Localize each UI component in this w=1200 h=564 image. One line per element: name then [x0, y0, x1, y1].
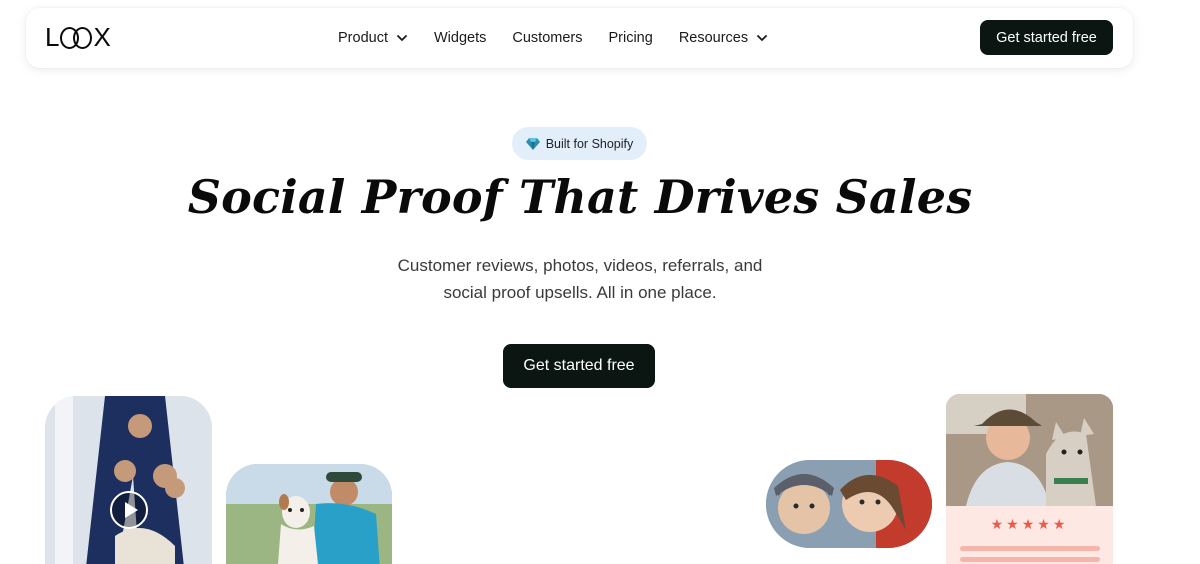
hero-subtitle: Customer reviews, photos, videos, referr…	[380, 252, 780, 306]
nav-item-product[interactable]: Product	[338, 30, 408, 46]
get-started-button-hero[interactable]: Get started free	[503, 344, 655, 388]
nav-item-customers[interactable]: Customers	[512, 30, 582, 46]
nav-item-label: Resources	[678, 30, 749, 46]
dog-photo	[226, 464, 392, 564]
hero-subtitle-line1: Customer reviews, photos, videos, referr…	[397, 256, 763, 275]
nav-item-widgets[interactable]: Widgets	[434, 30, 486, 46]
customer-video-card[interactable]	[45, 396, 212, 564]
hero-title: Social Proof That Drives Sales	[187, 170, 973, 224]
review-card: ★★★★★	[946, 506, 1113, 564]
diamond-icon	[525, 137, 540, 150]
loox-logo[interactable]: LX	[45, 23, 112, 51]
nav-item-label: Product	[338, 30, 388, 46]
shopify-badge: Built for Shopify	[512, 127, 647, 160]
review-text-line	[960, 546, 1100, 551]
chevron-down-icon	[397, 35, 407, 41]
nav-item-resources[interactable]: Resources	[679, 30, 768, 46]
man-with-dog-photo	[946, 394, 1113, 506]
top-navbar: LX Product Widgets Customers Pricing Res…	[26, 8, 1133, 68]
chevron-down-icon	[757, 35, 768, 41]
nav-item-label: Widgets	[433, 30, 487, 46]
nav-links: Product Widgets Customers Pricing Resour…	[338, 8, 794, 68]
customer-photo-card[interactable]	[226, 464, 392, 564]
hero-subtitle-line2: social proof upsells. All in one place.	[443, 283, 717, 302]
play-icon[interactable]	[109, 490, 149, 530]
nav-item-pricing[interactable]: Pricing	[608, 30, 652, 46]
customer-man-dog-card[interactable]	[946, 394, 1113, 506]
badge-label: Built for Shopify	[545, 136, 634, 151]
star-rating: ★★★★★	[990, 516, 1069, 532]
review-text-line	[960, 557, 1100, 562]
leggings-photo	[45, 396, 212, 564]
get-started-button-nav[interactable]: Get started free	[980, 20, 1113, 55]
nav-item-label: Customers	[512, 30, 583, 46]
customer-selfie-card[interactable]	[766, 460, 932, 548]
nav-item-label: Pricing	[608, 30, 653, 46]
selfie-photo	[766, 460, 932, 548]
